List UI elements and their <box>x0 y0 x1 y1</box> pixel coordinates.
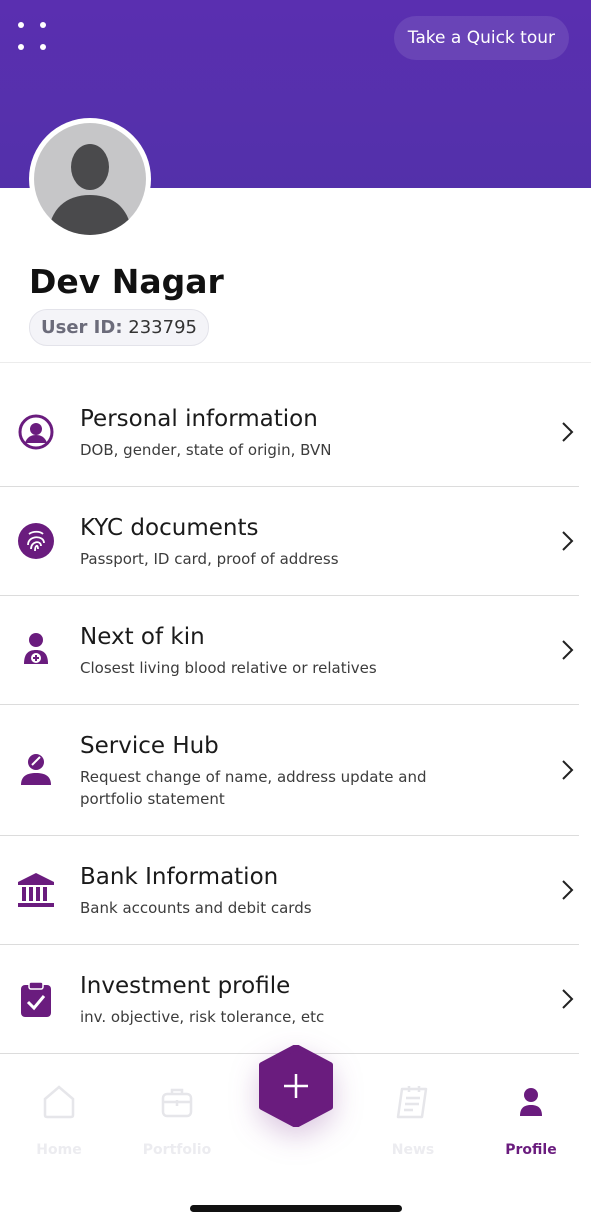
profile-icon <box>520 1088 542 1116</box>
menu-item-next-of-kin[interactable]: Next of kin Closest living blood relativ… <box>0 596 579 705</box>
add-button[interactable] <box>256 1045 336 1127</box>
newspaper-icon <box>396 1086 428 1119</box>
nav-label: Profile <box>505 1142 557 1158</box>
nav-home[interactable]: Home <box>4 1082 114 1158</box>
nav-label: Home <box>36 1142 82 1158</box>
chevron-right-icon <box>562 760 574 780</box>
profile-menu: Personal information DOB, gender, state … <box>0 378 579 1054</box>
quick-tour-button[interactable]: Take a Quick tour <box>393 16 569 60</box>
menu-item-description: Request change of name, address update a… <box>80 768 427 808</box>
user-id-label: User ID: <box>41 317 123 338</box>
menu-item-investment-profile[interactable]: Investment profile inv. objective, risk … <box>0 945 579 1054</box>
chevron-right-icon <box>562 880 574 900</box>
menu-item-title: KYC documents <box>80 515 259 541</box>
clipboard-check-icon <box>21 981 51 1017</box>
bottom-nav: Home Portfolio News Profile <box>0 1045 591 1225</box>
fingerprint-icon <box>18 523 54 559</box>
nav-label: Portfolio <box>142 1142 212 1158</box>
person-edit-icon <box>21 754 51 785</box>
avatar[interactable] <box>29 118 151 240</box>
user-circle-icon <box>18 414 54 450</box>
user-id-badge: User ID: 233795 <box>29 309 209 346</box>
menu-item-title: Personal information <box>80 406 318 432</box>
nav-profile[interactable]: Profile <box>476 1082 586 1158</box>
menu-item-title: Next of kin <box>80 624 205 650</box>
home-icon <box>43 1085 75 1119</box>
menu-item-description: Bank accounts and debit cards <box>80 899 312 917</box>
menu-item-kyc-documents[interactable]: KYC documents Passport, ID card, proof o… <box>0 487 579 596</box>
menu-item-title: Service Hub <box>80 733 219 759</box>
menu-item-service-hub[interactable]: Service Hub Request change of name, addr… <box>0 705 579 836</box>
chevron-right-icon <box>562 640 574 660</box>
menu-item-description: DOB, gender, state of origin, BVN <box>80 441 332 459</box>
briefcase-icon <box>161 1088 193 1118</box>
bank-icon <box>18 873 54 907</box>
menu-dots-icon[interactable] <box>14 16 54 56</box>
chevron-right-icon <box>562 989 574 1009</box>
chevron-right-icon <box>562 531 574 551</box>
menu-item-description: inv. objective, risk tolerance, etc <box>80 1008 325 1026</box>
menu-item-title: Bank Information <box>80 864 279 890</box>
menu-item-description: Closest living blood relative or relativ… <box>80 659 377 677</box>
nav-label: News <box>391 1142 435 1158</box>
divider <box>0 362 591 363</box>
nav-news[interactable]: News <box>358 1082 468 1158</box>
menu-item-bank-information[interactable]: Bank Information Bank accounts and debit… <box>0 836 579 945</box>
nav-portfolio[interactable]: Portfolio <box>122 1082 232 1158</box>
person-plus-icon <box>24 633 48 664</box>
user-name: Dev Nagar <box>29 262 224 301</box>
user-id-value: 233795 <box>128 317 197 338</box>
menu-item-description: Passport, ID card, proof of address <box>80 550 339 568</box>
menu-item-title: Investment profile <box>80 973 291 999</box>
menu-item-personal-information[interactable]: Personal information DOB, gender, state … <box>0 378 579 487</box>
home-indicator <box>190 1205 402 1212</box>
default-user-icon <box>34 123 146 235</box>
chevron-right-icon <box>562 422 574 442</box>
